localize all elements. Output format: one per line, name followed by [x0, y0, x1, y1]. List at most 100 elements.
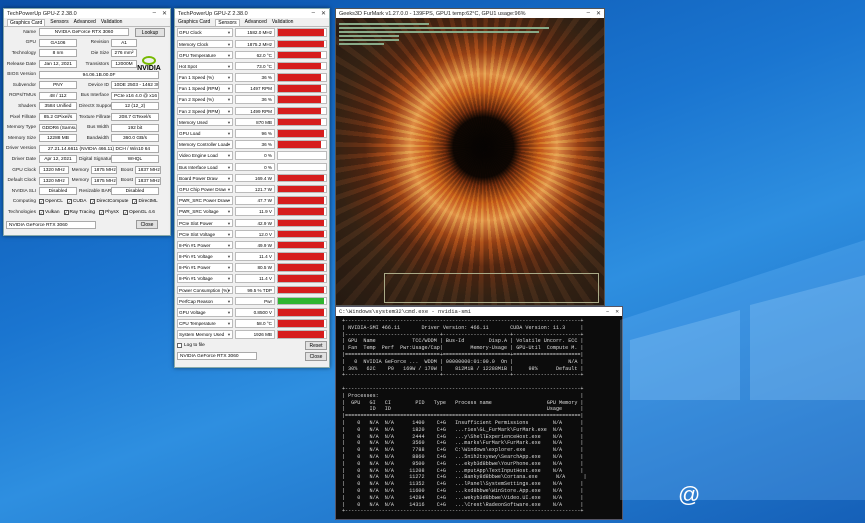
sensor-row: Power Consumption (%) ▼ 99.5 % TDP	[175, 284, 329, 295]
spec-value: 3584 Unified	[39, 102, 77, 111]
tab-validation[interactable]: Validation	[272, 19, 294, 25]
sensor-name[interactable]: Fan 2 Speed (%) ▼	[177, 95, 233, 104]
tab-graphics-card[interactable]: Graphics Card	[178, 19, 210, 25]
gpu-select[interactable]: NVIDIA GeForce RTX 3060	[177, 352, 257, 361]
close-icon[interactable]: ✕	[615, 308, 619, 315]
sensor-name[interactable]: Power Consumption (%) ▼	[177, 285, 233, 295]
checkbox-opencl[interactable]: ✓ OpenCL	[39, 199, 63, 205]
tab-graphics-card[interactable]: Graphics Card	[7, 18, 46, 26]
sensor-name[interactable]: Memory Used ▼	[177, 117, 233, 127]
sensor-graph-fill	[278, 230, 324, 238]
checkbox-physx[interactable]: ✓ PhysX	[99, 209, 119, 215]
sensor-name[interactable]: Video Engine Load ▼	[177, 151, 233, 160]
close-button[interactable]: Close	[136, 220, 158, 230]
sensor-row: Board Power Draw ▼ 169.4 W	[175, 172, 329, 183]
sensor-name[interactable]: Memory Clock ▼	[177, 39, 233, 49]
sensor-row: 8-Pin #1 Power ▼ 49.9 W	[175, 240, 329, 251]
spec-value: 1320 MHz	[39, 166, 69, 175]
sensor-name[interactable]: 8-Pin #1 Power ▼	[177, 263, 233, 272]
tab-validation[interactable]: Validation	[101, 19, 123, 25]
sensor-row: GPU Load ▼ 96 %	[175, 128, 329, 139]
sensor-name[interactable]: 8-Pin #1 Voltage ▼	[177, 274, 233, 283]
checkbox-opengl-4-6[interactable]: ✓ OpenGL 4.6	[122, 209, 155, 215]
sensor-row: Video Engine Load ▼ 0 %	[175, 150, 329, 161]
checkbox-label: OpenGL 4.6	[128, 209, 155, 215]
sensor-name[interactable]: GPU Temperature ▼	[177, 50, 233, 60]
sensor-name[interactable]: Bus Interface Load ▼	[177, 162, 233, 172]
title-bar[interactable]: Geeks3D FurMark v1.27.0.0 - 139FPS, GPU1…	[336, 9, 604, 18]
sensor-name[interactable]: GPU Voltage ▼	[177, 308, 233, 317]
sensor-name[interactable]: PCIe Slot Voltage ▼	[177, 229, 233, 239]
tab-sensors[interactable]: Sensors	[215, 18, 240, 26]
reset-button[interactable]: Reset	[305, 341, 327, 351]
sensor-name[interactable]: Memory Controller Load ▼	[177, 140, 233, 149]
sensor-value: 1499 RPM	[235, 106, 275, 116]
log-label: Log to file	[184, 343, 205, 349]
computing-row: Computing ✓ OpenCL ✓ CUDA ✓ DirectCompute ✓ Dir…	[4, 197, 170, 208]
sensor-name[interactable]: CPU Temperature ▼	[177, 319, 233, 328]
minimize-icon[interactable]: –	[606, 308, 610, 315]
title-bar[interactable]: TechPowerUp GPU-Z 2.38.0 – ✕	[175, 9, 329, 18]
sensor-graph-fill	[278, 219, 324, 227]
sensor-name[interactable]: PCIe Slot Power ▼	[177, 218, 233, 228]
dropdown-arrow-icon: ▼	[227, 209, 231, 215]
sensor-value: 11.4 V	[235, 252, 275, 261]
checkbox-directml[interactable]: ✓ DirectML	[132, 199, 158, 205]
dropdown-arrow-icon: ▼	[227, 175, 231, 181]
checkbox-vulkan[interactable]: ✓ Vulkan	[39, 209, 60, 215]
lookup-button[interactable]: Lookup	[135, 27, 165, 37]
spec-row: Pixel Fillrate 85.2 GPixel/s Texture Fillr…	[4, 112, 170, 123]
sensor-name[interactable]: GPU Load ▼	[177, 129, 233, 138]
check-icon: ✓	[63, 209, 69, 215]
sensor-graph-fill	[278, 130, 324, 137]
sensor-name[interactable]: Fan 2 Speed (RPM) ▼	[177, 106, 233, 116]
spec-label: Release Date	[6, 61, 36, 67]
sensor-name[interactable]: PWR_SRC Power Draw ▼	[177, 196, 233, 205]
desktop: { "gpuz1":{"title":"TechPowerUp GPU-Z 2.…	[0, 0, 865, 523]
tab-sensors[interactable]: Sensors	[50, 19, 68, 25]
sensor-graph	[277, 184, 327, 194]
close-icon[interactable]: ✕	[162, 10, 167, 17]
checkbox-ray-tracing[interactable]: ✓ Ray Tracing	[63, 209, 95, 215]
checkbox-label: OpenCL	[45, 199, 63, 205]
gpu-select[interactable]: NVIDIA GeForce RTX 3060	[6, 220, 96, 229]
log-checkbox[interactable]	[177, 343, 182, 349]
sensor-name[interactable]: PWR_SRC Voltage ▼	[177, 207, 233, 216]
title-bar[interactable]: C:\Windows\system32\cmd.exe - nvidia-smi…	[336, 307, 622, 316]
close-button[interactable]: Close	[305, 351, 327, 361]
sensor-name[interactable]: 8-Pin #1 Power ▼	[177, 240, 233, 250]
close-icon[interactable]: ✕	[596, 10, 601, 17]
sensor-graph-fill	[278, 320, 324, 327]
sensor-value: 36 %	[235, 140, 275, 149]
checkbox-directcompute[interactable]: ✓ DirectCompute	[90, 199, 129, 205]
sensor-name[interactable]: GPU Clock ▼	[177, 28, 233, 37]
spec-value: 27.21.14.6611 (NVIDIA 466.11) DCH / Win1…	[39, 144, 159, 153]
minimize-icon[interactable]: –	[153, 10, 156, 17]
sensor-name[interactable]: Fan 1 Speed (RPM) ▼	[177, 84, 233, 93]
title-bar[interactable]: TechPowerUp GPU-Z 2.38.0 – ✕	[4, 9, 170, 18]
sensor-row: Fan 1 Speed (%) ▼ 36 %	[175, 72, 329, 83]
spec-row: GPU Clock 1320 MHz Memory 1875 MHz Boost 1837…	[4, 165, 170, 176]
sensor-row: Bus Interface Load ▼ 0 %	[175, 161, 329, 172]
checkbox-cuda[interactable]: ✓ CUDA	[66, 199, 86, 205]
minimize-icon[interactable]: –	[312, 10, 315, 17]
sensor-name[interactable]: 8-Pin #1 Voltage ▼	[177, 252, 233, 261]
spec-label: Boost	[120, 167, 133, 173]
sensor-graph-fill	[278, 275, 324, 282]
sensor-name[interactable]: GPU Chip Power Draw ▼	[177, 184, 233, 194]
sensor-name[interactable]: Fan 1 Speed (%) ▼	[177, 73, 233, 82]
sensor-name[interactable]: PerfCap Reason ▼	[177, 296, 233, 306]
tab-advanced[interactable]: Advanced	[74, 19, 96, 25]
spec-value: 8 nm	[39, 49, 77, 58]
sensor-name[interactable]: Hot Spot ▼	[177, 61, 233, 71]
sensor-value: 96 %	[235, 129, 275, 138]
check-icon: ✓	[122, 209, 128, 215]
sensor-name[interactable]: Board Power Draw ▼	[177, 173, 233, 183]
minimize-icon[interactable]: –	[587, 10, 590, 17]
checkbox-label: DirectCompute	[96, 199, 129, 205]
sensor-name[interactable]: System Memory Used ▼	[177, 330, 233, 339]
sensor-graph-fill	[278, 85, 322, 92]
close-icon[interactable]: ✕	[321, 10, 326, 17]
spec-value: 12 (12_2)	[111, 102, 159, 111]
tab-advanced[interactable]: Advanced	[245, 19, 267, 25]
